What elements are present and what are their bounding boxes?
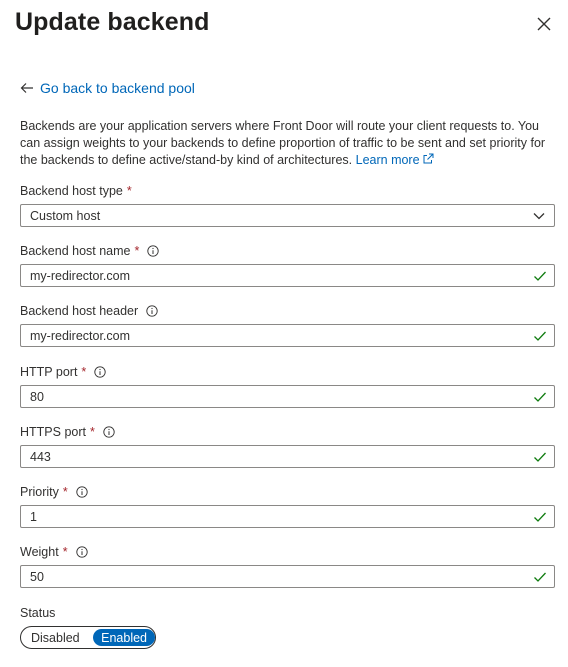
status-enabled-option[interactable]: Enabled [93, 629, 155, 646]
http-port-label: HTTP port * [20, 365, 106, 379]
https-port-label: HTTPS port * [20, 425, 115, 439]
priority-label: Priority * [20, 485, 88, 499]
host-type-dropdown[interactable]: Custom host [20, 204, 555, 227]
description: Backends are your application servers wh… [20, 118, 550, 169]
checkmark-icon [534, 392, 546, 402]
learn-more-link[interactable]: Learn more [356, 153, 434, 167]
checkmark-icon [534, 572, 546, 582]
status-label-text: Status [20, 606, 56, 620]
weight-value: 50 [30, 569, 44, 584]
https-port-input[interactable]: 443 [20, 445, 555, 468]
external-link-icon [423, 153, 434, 164]
back-link-label: Go back to backend pool [40, 80, 195, 96]
required-marker: * [126, 184, 132, 198]
required-marker: * [62, 485, 68, 499]
host-type-label: Backend host type * [20, 184, 132, 198]
info-icon[interactable] [146, 305, 158, 317]
priority-label-text: Priority [20, 485, 59, 499]
arrow-left-icon [20, 83, 33, 93]
host-name-value: my-redirector.com [30, 268, 131, 283]
priority-input[interactable]: 1 [20, 505, 555, 528]
info-icon[interactable] [76, 486, 88, 498]
required-marker: * [81, 365, 87, 379]
host-header-input[interactable]: my-redirector.com [20, 324, 555, 347]
back-to-pool-link[interactable]: Go back to backend pool [20, 80, 195, 96]
host-header-label: Backend host header [20, 304, 158, 318]
required-marker: * [62, 545, 68, 559]
weight-input[interactable]: 50 [20, 565, 555, 588]
host-header-value: my-redirector.com [30, 328, 131, 343]
weight-label-text: Weight [20, 545, 59, 559]
required-marker: * [90, 425, 95, 439]
learn-more-label: Learn more [355, 153, 420, 167]
checkmark-icon [534, 512, 546, 522]
weight-label: Weight * [20, 545, 88, 559]
status-toggle[interactable]: Disabled Enabled [20, 626, 156, 649]
host-name-label-text: Backend host name [20, 244, 131, 258]
checkmark-icon [534, 271, 546, 281]
https-port-value: 443 [30, 449, 51, 464]
info-icon[interactable] [147, 245, 160, 257]
info-icon[interactable] [75, 546, 88, 558]
checkmark-icon [534, 452, 546, 462]
status-label: Status [20, 606, 55, 620]
http-port-label-text: HTTP port [20, 365, 78, 379]
required-marker: * [134, 244, 140, 258]
info-icon[interactable] [103, 426, 115, 438]
chevron-down-icon [533, 212, 545, 219]
https-port-label-text: HTTPS port [20, 425, 86, 439]
checkmark-icon [534, 331, 546, 341]
host-type-value: Custom host [30, 208, 101, 223]
status-disabled-option[interactable]: Disabled [21, 631, 95, 645]
host-header-label-text: Backend host header [20, 304, 139, 318]
http-port-input[interactable]: 80 [20, 385, 555, 408]
panel-title: Update backend [15, 8, 210, 36]
priority-value: 1 [30, 509, 37, 524]
info-icon[interactable] [94, 366, 106, 378]
close-icon[interactable] [534, 14, 554, 34]
host-name-input[interactable]: my-redirector.com [20, 264, 555, 287]
host-type-label-text: Backend host type [20, 184, 123, 198]
http-port-value: 80 [30, 389, 44, 404]
host-name-label: Backend host name * [20, 244, 160, 258]
description-text: Backends are your application servers wh… [20, 119, 546, 167]
